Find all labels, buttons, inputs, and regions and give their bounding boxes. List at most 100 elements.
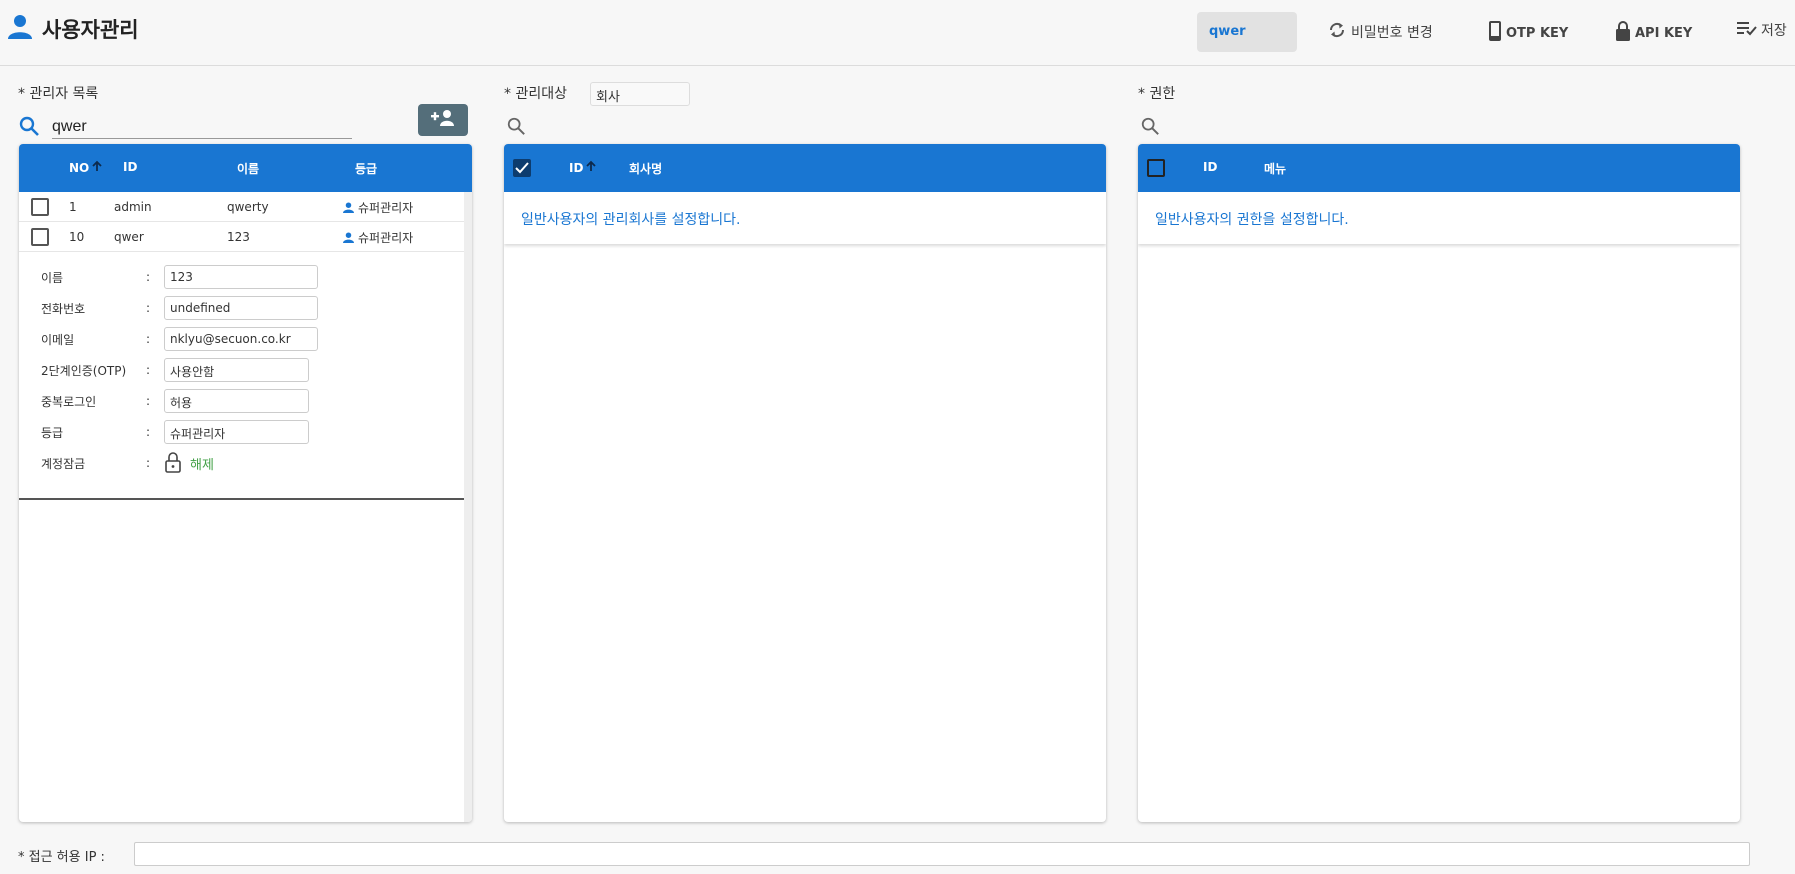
row-id: qwer	[114, 230, 144, 244]
api-key-label: API KEY	[1635, 25, 1693, 41]
detail-dup-login-row: 중복로그인 : 허용	[41, 388, 309, 414]
row-grade-text: 슈퍼관리자	[358, 231, 414, 245]
permission-panel: ID 메뉴 일반사용자의 권한을 설정합니다.	[1138, 144, 1740, 822]
detail-grade-label: 등급	[41, 425, 64, 440]
detail-otp-select[interactable]: 사용안함	[164, 358, 309, 382]
column-grade[interactable]: 등급	[355, 160, 377, 177]
row-grade-text: 슈퍼관리자	[358, 201, 414, 215]
allowed-ip-input[interactable]	[134, 842, 1750, 866]
page-title: 사용자관리	[8, 14, 139, 44]
admin-table-header: NO ID 이름 등급	[19, 144, 472, 192]
detail-phone-label: 전화번호	[41, 301, 86, 316]
detail-name-row: 이름 : 123	[41, 264, 318, 290]
column-menu[interactable]: 메뉴	[1264, 160, 1286, 177]
row-grade: 슈퍼관리자	[343, 229, 413, 246]
row-id: admin	[114, 200, 152, 214]
account-lock-status[interactable]: 해제	[190, 454, 214, 473]
search-icon[interactable]	[506, 116, 526, 140]
check-icon	[515, 162, 529, 174]
colon: :	[146, 301, 151, 315]
change-password-button[interactable]: 비밀번호 변경	[1327, 20, 1433, 44]
select-all-checkbox[interactable]	[1147, 159, 1165, 177]
column-id[interactable]: ID	[1203, 160, 1217, 174]
search-icon[interactable]	[1140, 116, 1160, 140]
target-table-header: ID 회사명	[504, 144, 1106, 192]
person-icon	[8, 14, 32, 44]
empty-message: 일반사용자의 관리회사를 설정합니다.	[504, 192, 1106, 244]
search-icon	[18, 115, 40, 141]
person-icon	[343, 202, 354, 213]
colon: :	[146, 270, 151, 284]
row-no: 1	[69, 200, 77, 214]
select-all-checkbox[interactable]	[513, 159, 531, 177]
person-add-icon	[430, 109, 456, 131]
row-checkbox[interactable]	[31, 198, 49, 216]
detail-dup-login-select[interactable]: 허용	[164, 389, 309, 413]
allowed-ip-label: * 접근 허용 IP :	[18, 850, 105, 865]
add-user-button[interactable]	[418, 104, 468, 136]
detail-dup-login-label: 중복로그인	[41, 394, 97, 409]
detail-name-field[interactable]: 123	[164, 265, 318, 289]
colon: :	[146, 394, 151, 408]
detail-lock-label: 계정잠금	[41, 456, 86, 471]
detail-otp-label: 2단계인증(OTP)	[41, 363, 127, 378]
admin-detail-panel: 이름 : 123 전화번호 : undefined 이메일 : nklyu@se…	[19, 252, 465, 500]
detail-email-field[interactable]: nklyu@secuon.co.kr	[164, 327, 318, 351]
detail-grade-row: 등급 : 슈퍼관리자	[41, 419, 309, 445]
colon: :	[146, 456, 151, 470]
column-no-label: NO	[69, 160, 90, 175]
row-name: qwerty	[227, 200, 269, 214]
management-target-panel: ID 회사명 일반사용자의 관리회사를 설정합니다.	[504, 144, 1106, 822]
colon: :	[146, 425, 151, 439]
detail-lock-row: 계정잠금 : 해제	[41, 450, 214, 476]
column-company[interactable]: 회사명	[629, 160, 662, 177]
permission-label: * 권한	[1138, 86, 1176, 102]
phone-icon	[1488, 20, 1502, 46]
scrollbar[interactable]	[464, 192, 472, 822]
arrow-up-icon	[585, 160, 597, 175]
save-button[interactable]: 저장	[1737, 20, 1787, 40]
lock-icon	[1615, 20, 1631, 46]
page-title-text: 사용자관리	[42, 18, 139, 42]
admin-list-panel: NO ID 이름 등급 1 admin qwerty 슈퍼관리자 10 qwer…	[19, 144, 472, 822]
admin-search	[18, 115, 352, 141]
detail-phone-row: 전화번호 : undefined	[41, 295, 318, 321]
detail-email-row: 이메일 : nklyu@secuon.co.kr	[41, 326, 318, 352]
person-icon	[343, 232, 354, 243]
detail-grade-select[interactable]: 슈퍼관리자	[164, 420, 309, 444]
column-id-label: ID	[569, 160, 584, 175]
current-user-chip[interactable]: qwer	[1197, 12, 1297, 52]
otp-key-label: OTP KEY	[1506, 25, 1569, 41]
otp-key-button[interactable]: OTP KEY	[1488, 20, 1568, 46]
colon: :	[146, 332, 151, 346]
column-id[interactable]: ID	[123, 160, 137, 174]
detail-phone-field[interactable]: undefined	[164, 296, 318, 320]
target-type-select[interactable]: 회사	[590, 82, 690, 106]
column-name[interactable]: 이름	[237, 160, 259, 177]
arrow-up-icon	[91, 160, 103, 175]
playlist-check-icon	[1737, 20, 1757, 40]
unlock-icon[interactable]	[164, 451, 182, 476]
admin-list-label: * 관리자 목록	[18, 86, 99, 102]
row-name: 123	[227, 230, 250, 244]
table-row[interactable]: 10 qwer 123 슈퍼관리자	[19, 222, 465, 252]
admin-search-input[interactable]	[52, 117, 352, 139]
table-row[interactable]: 1 admin qwerty 슈퍼관리자	[19, 192, 465, 222]
detail-email-label: 이메일	[41, 332, 75, 347]
column-id[interactable]: ID	[569, 160, 597, 175]
save-label: 저장	[1761, 23, 1787, 39]
permission-search[interactable]	[1140, 116, 1160, 140]
row-checkbox[interactable]	[31, 228, 49, 246]
api-key-button[interactable]: API KEY	[1615, 20, 1692, 46]
row-no: 10	[69, 230, 85, 244]
detail-otp-row: 2단계인증(OTP) : 사용안함	[41, 357, 309, 383]
change-password-label: 비밀번호 변경	[1351, 25, 1433, 41]
column-no[interactable]: NO	[69, 160, 103, 175]
top-bar: 사용자관리 qwer 비밀번호 변경 OTP KEY API KEY 저장	[0, 0, 1795, 66]
refresh-icon	[1327, 20, 1347, 44]
target-search[interactable]	[506, 116, 526, 140]
management-target-label: * 관리대상	[504, 86, 567, 102]
empty-message: 일반사용자의 권한을 설정합니다.	[1138, 192, 1740, 244]
row-grade: 슈퍼관리자	[343, 199, 413, 216]
detail-name-label: 이름	[41, 270, 64, 285]
